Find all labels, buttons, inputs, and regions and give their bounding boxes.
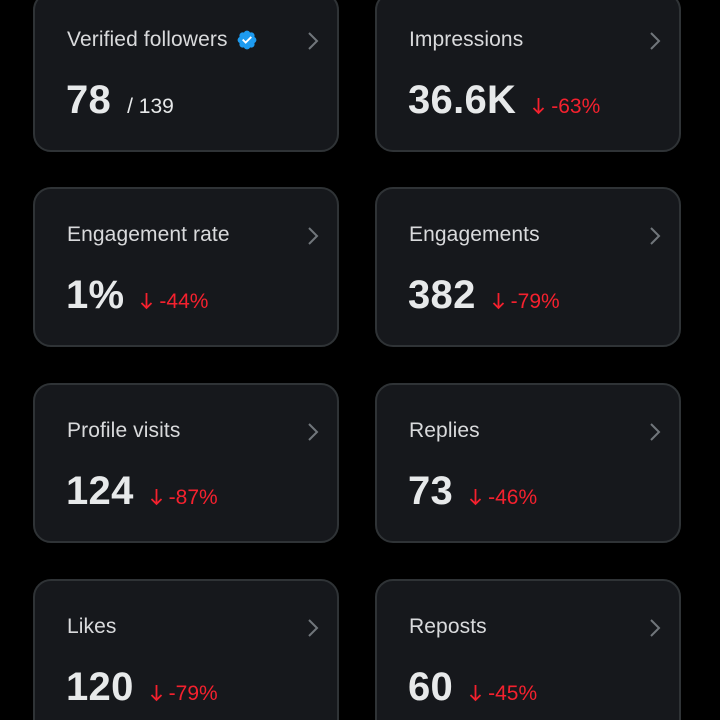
- metric-value: 73: [408, 469, 454, 513]
- metric-value: 124: [66, 469, 134, 513]
- metric-card-engagement-rate[interactable]: Engagement rate 1% -44%: [33, 187, 339, 347]
- metric-value: 78: [66, 78, 112, 122]
- down-arrow-icon: [141, 293, 153, 310]
- metrics-grid: Verified followers 78 / 139 Impressions …: [0, 0, 720, 720]
- chevron-right-icon: [650, 619, 661, 637]
- chevron-right-icon: [650, 227, 661, 245]
- metric-card-profile-visits[interactable]: Profile visits 124 -87%: [33, 383, 339, 543]
- chevron-right-icon: [308, 619, 319, 637]
- metric-change: -45%: [488, 682, 538, 705]
- metric-card-verified-followers[interactable]: Verified followers 78 / 139: [33, 0, 339, 152]
- metric-title: Replies: [409, 419, 480, 442]
- down-arrow-icon: [150, 685, 162, 702]
- metric-total: / 139: [127, 95, 174, 118]
- metric-title: Reposts: [409, 615, 487, 638]
- down-arrow-icon: [469, 685, 482, 702]
- metric-title: Verified followers: [67, 28, 228, 51]
- metric-change: -79%: [168, 682, 218, 705]
- metric-value: 1%: [66, 273, 125, 317]
- metric-change: -44%: [159, 290, 209, 313]
- metric-title: Engagements: [409, 223, 540, 246]
- metric-card-impressions[interactable]: Impressions 36.6K -63%: [375, 0, 681, 152]
- metric-card-replies[interactable]: Replies 73 -46%: [375, 383, 681, 543]
- metric-card-reposts[interactable]: Reposts 60 -45%: [375, 579, 681, 720]
- chevron-right-icon: [308, 32, 319, 50]
- chevron-right-icon: [308, 227, 319, 245]
- metric-change: -79%: [510, 290, 560, 313]
- metric-change: -87%: [168, 486, 218, 509]
- metric-title: Profile visits: [67, 419, 181, 442]
- metric-change: -63%: [551, 95, 601, 118]
- metric-value: 36.6K: [408, 78, 517, 122]
- metric-title: Likes: [67, 615, 117, 638]
- metric-value: 120: [66, 665, 134, 709]
- verified-badge-icon: [237, 30, 256, 50]
- chevron-right-icon: [650, 32, 661, 50]
- metric-card-engagements[interactable]: Engagements 382 -79%: [375, 187, 681, 347]
- chevron-right-icon: [308, 423, 319, 441]
- down-arrow-icon: [469, 489, 482, 506]
- metric-title: Engagement rate: [67, 223, 230, 246]
- metric-title: Impressions: [409, 28, 524, 51]
- metric-value: 60: [408, 665, 454, 709]
- down-arrow-icon: [150, 489, 162, 506]
- down-arrow-icon: [533, 98, 545, 115]
- metric-value: 382: [408, 273, 476, 317]
- metric-card-likes[interactable]: Likes 120 -79%: [33, 579, 339, 720]
- metric-change: -46%: [488, 486, 538, 509]
- down-arrow-icon: [492, 293, 504, 310]
- chevron-right-icon: [650, 423, 661, 441]
